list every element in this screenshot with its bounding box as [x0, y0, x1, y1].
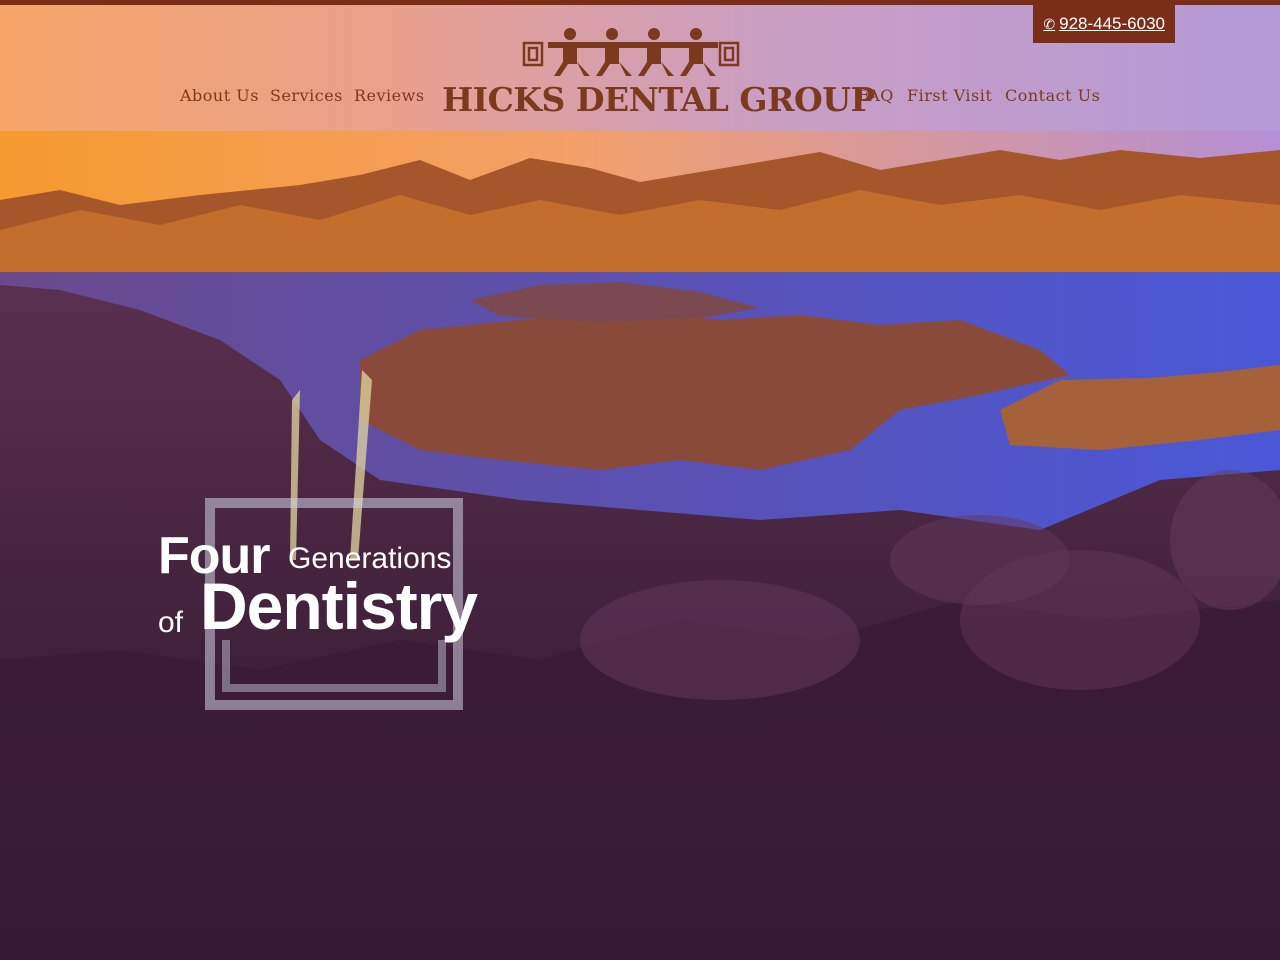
hero-landscape-image [0, 0, 1280, 960]
phone-number: 928-445-6030 [1059, 14, 1165, 33]
nav-first-visit[interactable]: First Visit [907, 86, 992, 105]
dancing-figures-logo-icon [522, 28, 740, 76]
phone-link[interactable]: ✆ 928-445-6030 [1033, 5, 1175, 43]
nav-reviews[interactable]: Reviews [354, 86, 425, 105]
nav-services[interactable]: Services [270, 86, 343, 105]
nav-faq[interactable]: FAQ [858, 86, 894, 105]
phone-icon: ✆ [1043, 15, 1056, 32]
tagline-dentistry: Dentistry [200, 569, 478, 643]
nav-contact-us[interactable]: Contact Us [1005, 86, 1100, 105]
hero-tagline: Four Generations of Dentistry [158, 520, 578, 720]
tagline-of: of [158, 606, 184, 639]
nav-about-us[interactable]: About Us [180, 86, 259, 105]
logo[interactable]: HICKS DENTAL GROUP [438, 22, 875, 122]
brand-name: HICKS DENTAL GROUP [442, 80, 875, 119]
